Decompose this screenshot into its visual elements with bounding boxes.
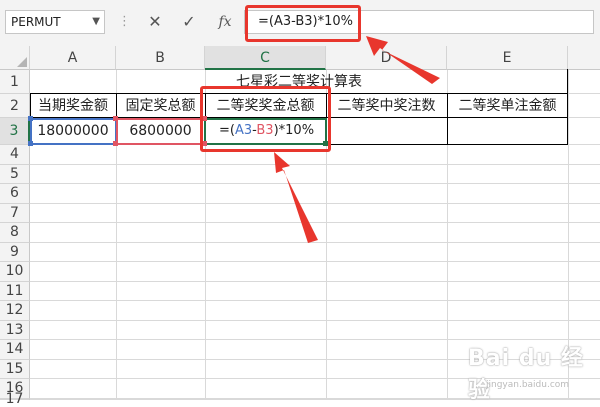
formula-bar: PERMUT ▼ ⋮ ✕ ✓ fx =(A3-B3)*10% bbox=[0, 0, 600, 47]
enter-icon[interactable]: ✓ bbox=[176, 10, 202, 34]
row-header-13[interactable]: 13 bbox=[0, 320, 30, 340]
row-header-11[interactable]: 11 bbox=[0, 281, 30, 301]
name-box[interactable]: PERMUT ▼ bbox=[5, 10, 105, 34]
row-header-8[interactable]: 8 bbox=[0, 223, 30, 243]
watermark-url: jingyan.baidu.com bbox=[486, 380, 570, 390]
table-border-h2 bbox=[30, 93, 568, 94]
ref-handle-b3-bl[interactable] bbox=[113, 141, 118, 146]
select-all-corner[interactable] bbox=[0, 46, 30, 70]
active-cell-c3 bbox=[204, 118, 327, 145]
baidu-jingyan-watermark: Bai du 经验 bbox=[468, 346, 584, 403]
ref-handle-a3-tl[interactable] bbox=[28, 116, 33, 121]
column-header-overflow bbox=[568, 46, 600, 70]
row-header-5[interactable]: 5 bbox=[0, 164, 30, 184]
insert-function-icon[interactable]: fx bbox=[212, 10, 238, 34]
formula-text: =(A3-B3)*10% bbox=[258, 14, 354, 29]
header-cell-b2[interactable]: 固定奖总额 bbox=[116, 94, 205, 118]
table-border-right bbox=[567, 69, 568, 145]
name-box-value: PERMUT bbox=[11, 15, 61, 29]
cell-e3[interactable] bbox=[447, 118, 568, 144]
cancel-icon[interactable]: ✕ bbox=[142, 10, 168, 34]
column-header-b[interactable]: B bbox=[116, 46, 205, 70]
header-cell-e2[interactable]: 二等奖单注金额 bbox=[447, 94, 568, 118]
row-header-7[interactable]: 7 bbox=[0, 203, 30, 223]
row-header-15[interactable]: 15 bbox=[0, 359, 30, 379]
row-header-2[interactable]: 2 bbox=[0, 94, 30, 118]
row-header-14[interactable]: 14 bbox=[0, 340, 30, 360]
chevron-down-icon[interactable]: ▼ bbox=[92, 11, 100, 33]
reference-highlight-b3 bbox=[116, 118, 206, 145]
row-header-4[interactable]: 4 bbox=[0, 145, 30, 165]
ref-handle-b3-tl[interactable] bbox=[113, 116, 118, 121]
header-cell-c2[interactable]: 二等奖奖金总额 bbox=[205, 94, 326, 118]
row-header-3[interactable]: 3 bbox=[0, 118, 30, 145]
column-header-d[interactable]: D bbox=[326, 46, 447, 70]
row-header-10[interactable]: 10 bbox=[0, 262, 30, 282]
row-header-12[interactable]: 12 bbox=[0, 301, 30, 321]
table-border-col-3 bbox=[447, 93, 448, 145]
drag-handle-icon[interactable]: ⋮ bbox=[118, 12, 131, 32]
header-cell-d2[interactable]: 二等奖中奖注数 bbox=[326, 94, 447, 118]
column-header-c[interactable]: C bbox=[205, 46, 326, 70]
reference-highlight-a3 bbox=[30, 118, 117, 145]
ref-handle-b3-tr[interactable] bbox=[202, 116, 207, 121]
ref-handle-b3-br[interactable] bbox=[202, 141, 207, 146]
sheet-title[interactable]: 七星彩二等奖计算表 bbox=[30, 70, 568, 94]
fill-handle-c3[interactable] bbox=[323, 141, 328, 146]
column-header-a[interactable]: A bbox=[30, 46, 116, 70]
column-header-e[interactable]: E bbox=[447, 46, 568, 70]
row-header-9[interactable]: 9 bbox=[0, 242, 30, 262]
header-cell-a2[interactable]: 当期奖金额 bbox=[30, 94, 116, 118]
cell-d3[interactable] bbox=[326, 118, 447, 144]
row-header-1[interactable]: 1 bbox=[0, 70, 30, 94]
ref-handle-a3-bl[interactable] bbox=[28, 141, 33, 146]
row-header-6[interactable]: 6 bbox=[0, 184, 30, 204]
